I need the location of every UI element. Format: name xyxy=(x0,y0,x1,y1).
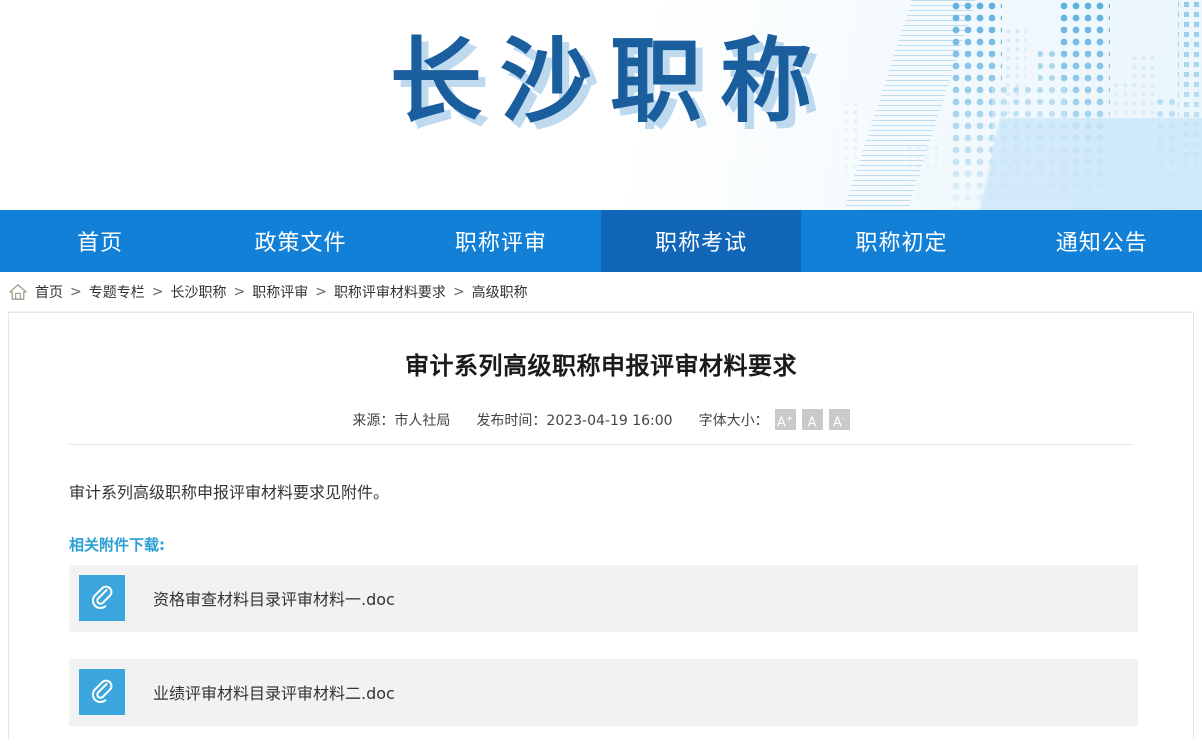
attachments-list: 资格审查材料目录评审材料一.doc 业绩评审材料目录评审材料二.doc xyxy=(9,555,1193,726)
publish-label: 发布时间： xyxy=(476,412,547,429)
font-size-glyph: A xyxy=(833,415,842,431)
font-size-mark: + xyxy=(785,414,794,424)
article-card: 审计系列高级职称申报评审材料要求 来源：市人社局 发布时间：2023-04-19… xyxy=(8,312,1194,739)
page-title: 审计系列高级职称申报评审材料要求 xyxy=(405,352,797,380)
attachment-row[interactable]: 资格审查材料目录评审材料一.doc xyxy=(69,564,1138,632)
breadcrumb-item-3[interactable]: 职称评审 xyxy=(252,282,308,302)
font-size-increase-button[interactable]: A+ xyxy=(774,409,796,431)
nav-item-label: 职称初定 xyxy=(855,231,948,256)
article-body: 审计系列高级职称申报评审材料要求见附件。 xyxy=(69,483,390,502)
font-size-default-button[interactable]: A xyxy=(801,409,823,431)
banner-wave-decoration xyxy=(872,118,1202,210)
breadcrumb-separator: > xyxy=(315,284,327,300)
breadcrumb-separator: > xyxy=(452,284,465,300)
nav-item-announcements[interactable]: 通知公告 xyxy=(1002,210,1202,272)
breadcrumb-item-2[interactable]: 长沙职称 xyxy=(170,282,226,302)
font-size-controls: 字体大小： A+ A A- xyxy=(699,409,850,430)
font-size-glyph: A xyxy=(776,415,786,431)
nav-item-label: 通知公告 xyxy=(1055,231,1148,256)
font-size-decrease-button[interactable]: A- xyxy=(828,409,850,431)
nav-item-home[interactable]: 首页 xyxy=(0,210,200,272)
source-info: 来源：市人社局 xyxy=(352,410,450,430)
nav-item-label: 职称考试 xyxy=(655,231,748,256)
nav-item-label: 政策文件 xyxy=(254,231,347,256)
paperclip-icon xyxy=(79,669,125,716)
breadcrumb-item-0[interactable]: 首页 xyxy=(35,282,63,302)
breadcrumb: 首页 > 专题专栏 > 长沙职称 > 职称评审 > 职称评审材料要求 > 高级职… xyxy=(0,272,1202,312)
breadcrumb-separator: > xyxy=(233,284,246,300)
breadcrumb-item-4[interactable]: 职称评审材料要求 xyxy=(334,282,446,302)
main-navigation: 首页 政策文件 职称评审 职称考试 职称初定 通知公告 xyxy=(0,210,1202,272)
article-meta: 来源：市人社局 发布时间：2023-04-19 16:00 字体大小： A+ A… xyxy=(9,409,1193,444)
breadcrumb-separator: > xyxy=(151,284,164,300)
publish-info: 发布时间：2023-04-19 16:00 xyxy=(476,410,672,430)
attachments-heading: 相关附件下载: xyxy=(69,535,165,554)
home-icon xyxy=(9,284,27,300)
paperclip-icon xyxy=(79,575,125,622)
nav-item-policy-documents[interactable]: 政策文件 xyxy=(200,210,400,272)
nav-item-label: 职称评审 xyxy=(454,231,547,256)
breadcrumb-item-5[interactable]: 高级职称 xyxy=(472,282,528,302)
breadcrumb-item-1[interactable]: 专题专栏 xyxy=(89,282,145,302)
source-value: 市人社局 xyxy=(394,412,451,429)
font-size-glyph: A xyxy=(807,415,817,431)
nav-item-label: 首页 xyxy=(77,231,124,256)
font-size-label: 字体大小： xyxy=(698,412,769,429)
source-label: 来源： xyxy=(352,412,395,429)
breadcrumb-separator: > xyxy=(70,284,82,300)
attachment-row[interactable]: 业绩评审材料目录评审材料二.doc xyxy=(69,658,1138,726)
attachment-link[interactable]: 资格审查材料目录评审材料一.doc xyxy=(153,586,395,610)
nav-item-title-review[interactable]: 职称评审 xyxy=(401,210,601,272)
publish-value: 2023-04-19 16:00 xyxy=(546,412,673,429)
attachment-link[interactable]: 业绩评审材料目录评审材料二.doc xyxy=(153,680,395,704)
site-title: 长沙职称 xyxy=(389,28,830,135)
site-banner: 长沙职称 xyxy=(0,0,1202,210)
nav-item-title-exam[interactable]: 职称考试 xyxy=(600,210,802,272)
nav-item-title-initial[interactable]: 职称初定 xyxy=(801,210,1001,272)
font-size-mark: - xyxy=(841,414,846,424)
